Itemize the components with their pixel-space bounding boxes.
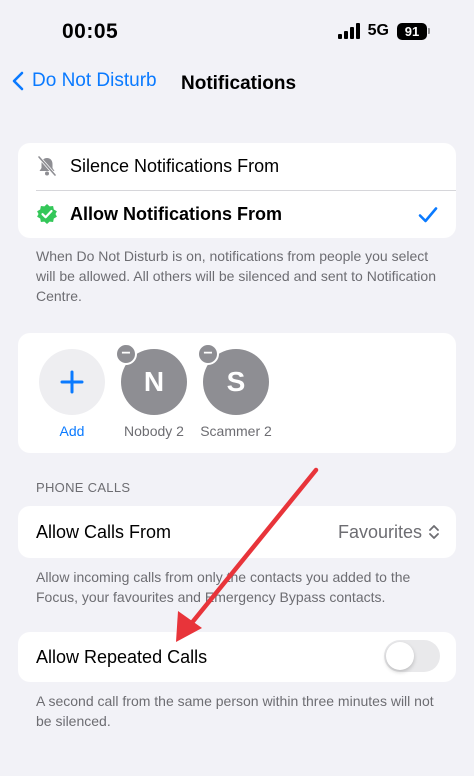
repeated-calls-toggle[interactable]: [384, 640, 440, 672]
allow-calls-group: Allow Calls From Favourites: [18, 506, 456, 558]
contact-item[interactable]: S − Scammer 2: [196, 343, 276, 439]
allow-repeated-calls-label: Allow Repeated Calls: [36, 646, 208, 667]
contact-name: Nobody 2: [124, 423, 184, 439]
back-button-label: Do Not Disturb: [32, 70, 157, 91]
bell-slash-icon: [37, 156, 57, 176]
battery-level: 91: [397, 22, 427, 40]
status-indicators: 5G 91: [337, 22, 430, 40]
allow-notifications-option[interactable]: Allow Notifications From: [18, 191, 456, 238]
network-type: 5G: [367, 22, 389, 39]
avatar-initial: N: [143, 366, 165, 397]
chevron-left-icon: [12, 71, 24, 91]
cellular-signal-icon: [337, 23, 360, 39]
allow-calls-from-row[interactable]: Allow Calls From Favourites: [18, 506, 456, 558]
verified-checkmark-badge-icon: [37, 204, 57, 224]
back-button[interactable]: Do Not Disturb: [12, 70, 157, 92]
remove-contact-button[interactable]: −: [115, 343, 137, 365]
status-time: 00:05: [62, 20, 119, 43]
allow-repeated-calls-row: Allow Repeated Calls: [18, 632, 456, 682]
add-avatar: [39, 349, 105, 415]
plus-icon: [60, 370, 84, 394]
repeated-calls-footnote: A second call from the same person withi…: [36, 693, 434, 729]
navigation-bar: Do Not Disturb Notifications: [0, 64, 474, 104]
add-contact-button[interactable]: Add: [32, 349, 112, 439]
silence-notifications-label: Silence Notifications From: [70, 156, 280, 176]
contact-item[interactable]: N − Nobody 2: [114, 343, 194, 439]
avatar: N −: [115, 343, 187, 415]
chevron-up-down-icon: [429, 525, 439, 539]
add-contact-label: Add: [59, 423, 85, 439]
status-bar: 00:05 5G 91: [0, 0, 474, 60]
toggle-knob: [386, 642, 414, 670]
remove-contact-button[interactable]: −: [197, 343, 219, 365]
repeated-calls-group: Allow Repeated Calls: [18, 632, 456, 682]
page-title: Notifications: [181, 73, 297, 94]
contact-name: Scammer 2: [200, 423, 272, 439]
silence-notifications-option[interactable]: Silence Notifications From: [18, 143, 456, 190]
minus-icon: −: [203, 345, 213, 362]
avatar-initial: S: [226, 366, 246, 397]
allowed-people-group: Add N − Nobody 2 S − Scammer 2: [18, 333, 456, 453]
checkmark-icon: [418, 207, 438, 223]
notifications-mode-group: Silence Notifications From Allow Notific…: [18, 143, 456, 238]
notifications-footnote: When Do Not Disturb is on, notifications…: [36, 248, 436, 304]
allow-notifications-label: Allow Notifications From: [70, 204, 283, 224]
allow-calls-from-value: Favourites: [337, 521, 422, 542]
allow-calls-from-label: Allow Calls From: [36, 521, 172, 542]
phone-calls-section-header: PHONE CALLS: [36, 480, 131, 495]
battery-icon: 91: [397, 22, 430, 40]
avatar: S −: [197, 343, 269, 415]
allow-calls-footnote: Allow incoming calls from only the conta…: [36, 569, 411, 605]
minus-icon: −: [121, 345, 131, 362]
